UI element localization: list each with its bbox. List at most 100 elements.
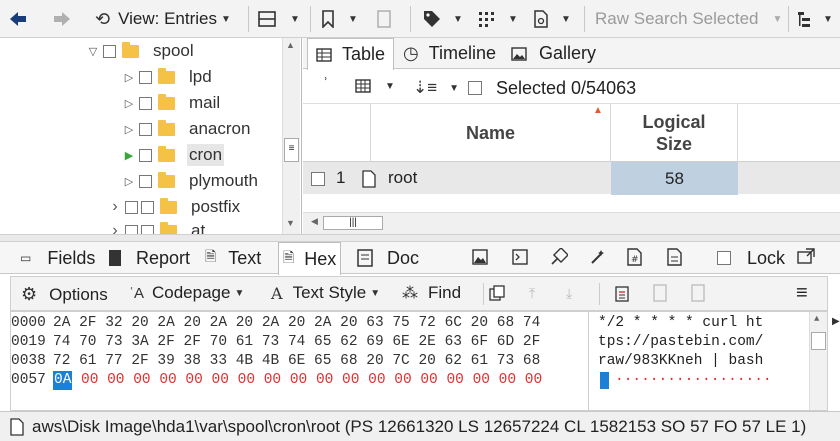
find-button[interactable]: ⁂ Find xyxy=(402,283,461,303)
hex-ascii: */2 * * * * curl ht xyxy=(598,315,764,331)
tree-item-plymouth[interactable]: ▷ plymouth xyxy=(122,168,258,194)
tab-report[interactable]: Report xyxy=(108,242,190,274)
arrow-right-icon xyxy=(54,12,70,26)
export-button[interactable]: ▼ xyxy=(533,6,571,32)
expand-icon[interactable]: ▽ xyxy=(86,45,100,58)
view-entries-dropdown[interactable]: ⟲ View: Entries ▼ xyxy=(95,6,231,32)
column-header-label: Logical Size xyxy=(642,112,706,154)
table-row[interactable]: 1 root 58 xyxy=(303,162,840,195)
raw-search-selected-button[interactable]: Raw Search Selected ▼ xyxy=(595,6,782,32)
annotate-icon[interactable] xyxy=(615,284,631,307)
document-search-icon xyxy=(534,10,548,28)
hex-scrollbar[interactable]: ▲ xyxy=(809,312,827,410)
tab-table[interactable]: Table xyxy=(307,38,395,70)
codepage-icon: ʿA xyxy=(129,284,144,302)
text-style-dropdown[interactable]: A Text Style ▼ xyxy=(271,283,380,303)
expand-icon[interactable]: ▷ xyxy=(122,97,136,110)
columns-button[interactable]: ▼ xyxy=(478,6,518,32)
options-menu-button[interactable]: ▼ xyxy=(797,6,833,32)
grid-options-button[interactable]: ▼ xyxy=(355,79,395,93)
scroll-thumb[interactable]: ≡ xyxy=(284,138,299,162)
expand-icon[interactable]: ▷ xyxy=(122,175,136,188)
checkbox[interactable] xyxy=(139,148,152,162)
layout-button[interactable]: ▼ xyxy=(258,6,300,32)
tree-item-at[interactable]: › at xyxy=(108,218,205,234)
scroll-right-icon[interactable]: ▶ xyxy=(832,316,840,327)
terminal-icon[interactable] xyxy=(512,249,528,270)
checkbox[interactable] xyxy=(139,96,152,110)
column-header-name[interactable]: Name ▲ xyxy=(371,104,611,162)
tree-scrollbar[interactable]: ▲ ≡ ▼ xyxy=(282,38,300,234)
tab-label: Report xyxy=(136,247,191,268)
tree-item-postfix[interactable]: › postfix xyxy=(108,194,240,220)
scroll-thumb[interactable] xyxy=(811,332,826,350)
panel-divider[interactable] xyxy=(0,234,840,242)
row-logical-size: 58 xyxy=(611,162,738,195)
checkbox[interactable] xyxy=(125,200,138,214)
checkbox[interactable] xyxy=(139,122,152,136)
tag-button[interactable]: ▼ xyxy=(423,6,463,32)
hex-viewer[interactable]: 0000 2A 2F 32 20 2A 20 2A 20 2A 20 2A 20… xyxy=(10,311,828,411)
expand-icon[interactable]: › xyxy=(108,198,122,216)
fields-icon: ▭ xyxy=(20,251,32,265)
scroll-up-icon[interactable]: ▲ xyxy=(814,314,819,324)
codepage-dropdown[interactable]: ʿA Codepage ▼ xyxy=(129,283,244,303)
lock-checkbox[interactable] xyxy=(717,251,731,265)
hash-file-icon[interactable]: # xyxy=(627,248,643,271)
scroll-up-icon[interactable]: ▲ xyxy=(286,40,295,50)
tree-item-anacron[interactable]: ▷ anacron xyxy=(122,116,251,142)
results-tabs: Table ◷ Timeline Gallery xyxy=(303,38,840,70)
checkbox[interactable] xyxy=(103,44,116,58)
bookmark-button[interactable]: ▼ xyxy=(320,6,358,32)
checkbox[interactable] xyxy=(141,200,154,214)
export-right-icon[interactable] xyxy=(691,284,705,307)
options-button[interactable]: ⚙ Options xyxy=(21,284,108,305)
tree-item-spool[interactable]: ▽ spool xyxy=(86,38,194,64)
forward-button[interactable] xyxy=(52,6,72,32)
report-button[interactable] xyxy=(376,6,392,32)
tree-item-mail[interactable]: ▷ mail xyxy=(122,90,220,116)
select-all-checkbox[interactable] xyxy=(468,81,482,95)
tab-text[interactable]: 🗎 Text xyxy=(205,242,261,274)
wand-icon[interactable] xyxy=(590,249,606,270)
expand-icon[interactable]: › xyxy=(108,222,122,234)
hamburger-menu-icon[interactable]: ≡ xyxy=(796,282,808,305)
tree-item-label: lpd xyxy=(189,67,212,86)
tree-item-lpd[interactable]: ▷ lpd xyxy=(122,64,212,90)
scroll-thumb[interactable]: ||| xyxy=(323,216,383,230)
popout-icon[interactable] xyxy=(797,248,815,269)
expand-icon[interactable]: ▷ xyxy=(122,123,136,136)
tab-fields[interactable]: ▭ Fields xyxy=(20,242,95,274)
pin-icon[interactable]: ʾ xyxy=(323,76,328,94)
checkbox[interactable] xyxy=(139,70,152,84)
column-header-logical-size[interactable]: Logical Size xyxy=(611,104,738,162)
export-left-icon[interactable] xyxy=(653,284,667,307)
checkbox[interactable] xyxy=(125,224,138,234)
table-horizontal-scrollbar[interactable]: ◀ ||| xyxy=(303,212,840,234)
selected-count: Selected 0/54063 xyxy=(496,78,637,98)
move-up-icon[interactable]: ⤒ xyxy=(529,285,535,302)
tab-timeline[interactable]: ◷ Timeline xyxy=(395,38,504,69)
tab-doc[interactable]: Doc xyxy=(357,242,419,274)
scroll-left-icon[interactable]: ◀ xyxy=(311,216,318,227)
folder-icon xyxy=(158,93,175,110)
tab-gallery[interactable]: Gallery xyxy=(503,38,604,69)
key-icon[interactable] xyxy=(550,246,570,271)
column-header-index[interactable] xyxy=(303,104,371,162)
expand-icon[interactable]: ▷ xyxy=(122,71,136,84)
back-button[interactable] xyxy=(8,6,28,32)
tab-hex[interactable]: 🗎 Hex xyxy=(278,242,342,275)
checkbox[interactable] xyxy=(139,174,152,188)
column-header-empty[interactable] xyxy=(738,104,840,162)
move-down-icon[interactable]: ⤓ xyxy=(566,285,572,302)
sort-button[interactable]: ⇣≡ ▼ xyxy=(413,78,459,98)
row-checkbox[interactable] xyxy=(311,172,325,186)
grid-file-icon[interactable] xyxy=(667,248,683,271)
image-viewer-icon[interactable] xyxy=(472,249,488,270)
checkbox[interactable] xyxy=(141,224,154,234)
scroll-down-icon[interactable]: ▼ xyxy=(286,218,295,228)
folder-icon xyxy=(158,67,175,84)
expand-icon[interactable]: ▶ xyxy=(122,149,136,162)
copy-icon[interactable] xyxy=(489,285,505,306)
tree-item-cron[interactable]: ▶ cron xyxy=(122,142,225,168)
